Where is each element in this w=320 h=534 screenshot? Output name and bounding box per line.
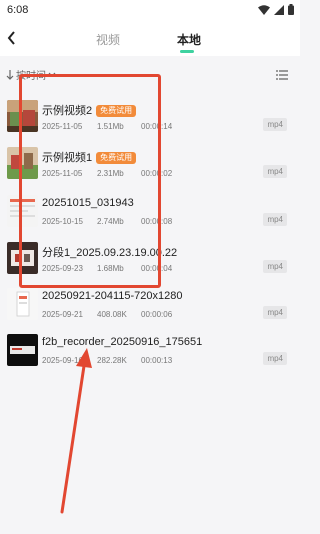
annotation-arrow-icon — [60, 348, 92, 514]
